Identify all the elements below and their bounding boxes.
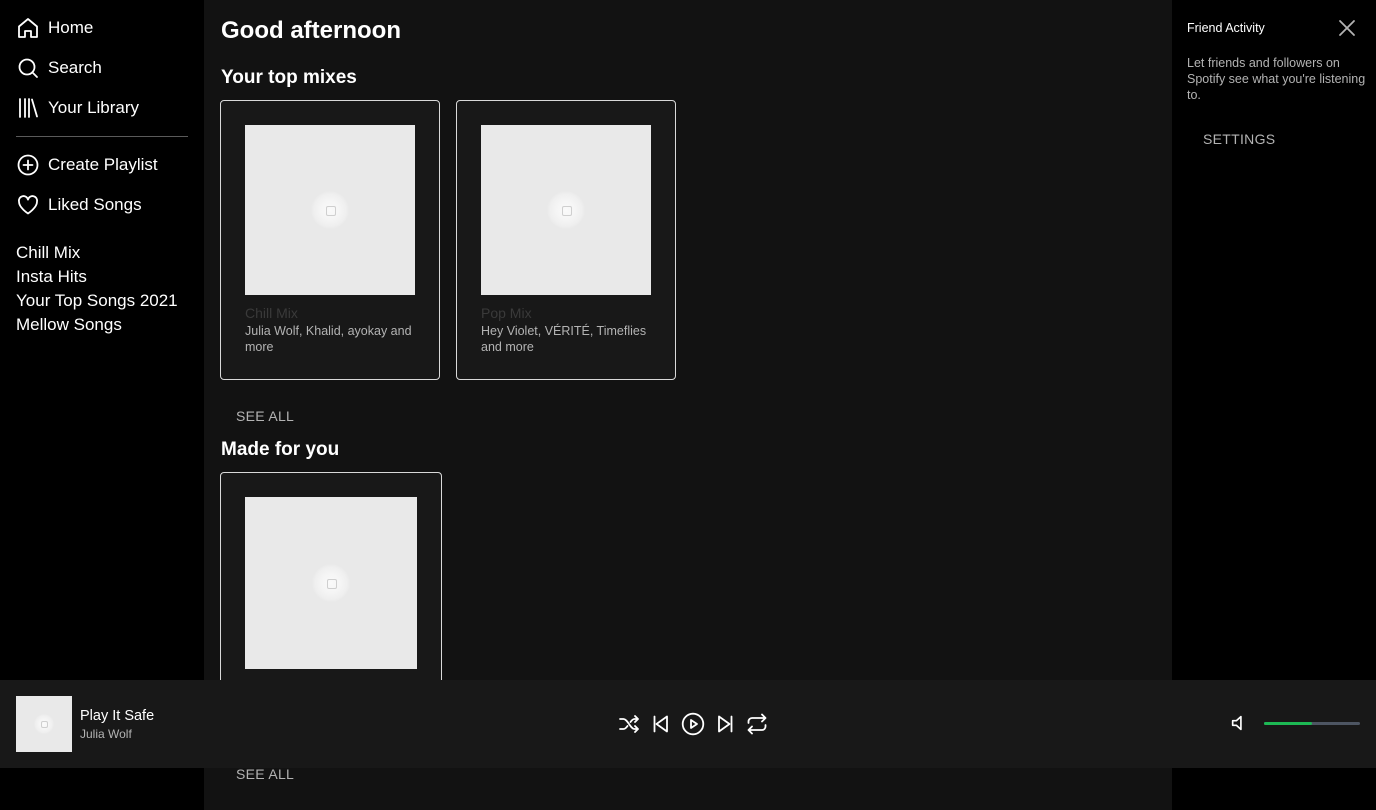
volume-slider[interactable] [1264,722,1360,725]
sidebar-item-search[interactable]: Search [16,56,102,80]
repeat-icon [747,713,767,735]
play-circle-icon [681,712,705,736]
loading-icon [34,714,54,734]
player-bar: Play It Safe Julia Wolf [0,680,1376,768]
playlist-item[interactable]: Chill Mix [16,242,80,264]
playlist-item[interactable]: Insta Hits [16,266,87,288]
create-playlist-label: Create Playlist [48,155,158,174]
sidebar-item-label: Home [48,18,94,37]
page-title: Good afternoon [221,17,401,44]
shuffle-button[interactable] [617,712,641,736]
liked-songs-button[interactable]: Liked Songs [16,193,142,217]
next-button[interactable] [713,712,737,736]
now-playing-title[interactable]: Play It Safe [80,708,154,724]
home-icon [18,18,38,38]
see-all-made-for-you-button[interactable]: SEE ALL [236,766,294,782]
play-button[interactable] [681,712,705,736]
plus-circle-icon [17,154,39,176]
album-cover [245,125,415,295]
loading-icon [312,564,350,602]
settings-button[interactable]: SETTINGS [1203,131,1275,147]
see-all-top-mixes-button[interactable]: SEE ALL [236,408,294,424]
close-icon [1339,20,1355,36]
now-playing-artist[interactable]: Julia Wolf [80,727,132,741]
loading-icon [547,191,585,229]
sidebar-item-home[interactable]: Home [16,16,93,40]
mute-button[interactable] [1229,712,1251,734]
previous-button[interactable] [649,712,673,736]
sidebar-item-label: Search [48,58,102,77]
repeat-button[interactable] [745,712,769,736]
now-playing-cover[interactable] [16,696,72,752]
liked-songs-label: Liked Songs [48,195,142,214]
volume-level [1264,722,1312,725]
shuffle-icon [619,715,639,733]
album-cover [245,497,417,669]
skip-forward-icon [718,715,733,733]
section-title-made-for-you: Made for you [221,439,340,460]
sidebar-item-label: Your Library [48,98,140,117]
album-cover [481,125,651,295]
card-title: Chill Mix [245,305,298,321]
friend-activity-title: Friend Activity [1187,21,1265,35]
sidebar-divider [16,136,188,137]
skip-back-icon [653,715,668,733]
library-icon [19,98,38,118]
card-subtitle: Julia Wolf, Khalid, ayokay and more [245,324,412,354]
search-icon [18,58,38,78]
section-title-top-mixes: Your top mixes [221,67,357,88]
close-button[interactable] [1338,19,1356,37]
create-playlist-button[interactable]: Create Playlist [16,153,158,177]
playlist-item[interactable]: Mellow Songs [16,314,122,336]
loading-icon [311,191,349,229]
volume-icon [1231,715,1242,731]
friend-activity-message: Let friends and followers on Spotify see… [1187,56,1366,102]
card-title: Pop Mix [481,305,532,321]
mix-card[interactable]: Pop Mix Hey Violet, VÉRITÉ, Timeflies an… [456,100,676,380]
sidebar-item-library[interactable]: Your Library [16,96,139,120]
mix-card[interactable]: Chill Mix Julia Wolf, Khalid, ayokay and… [220,100,440,380]
heart-icon [17,195,39,215]
card-subtitle: Hey Violet, VÉRITÉ, Timeflies and more [481,324,647,354]
playlist-item[interactable]: Your Top Songs 2021 [16,290,178,312]
